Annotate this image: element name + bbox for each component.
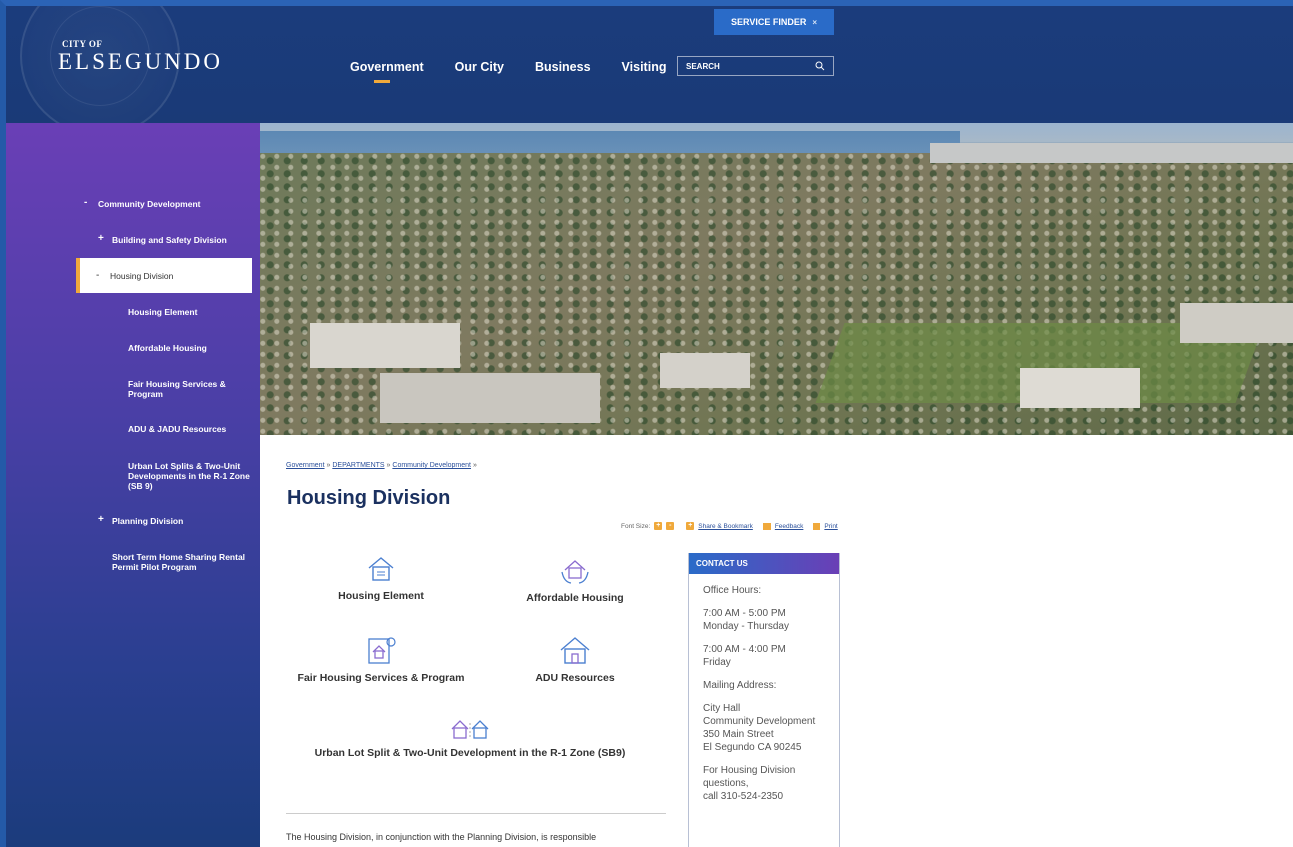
mailing-address-label: Mailing Address: (703, 680, 777, 691)
tile-adu-resources[interactable]: ADU Resources (520, 634, 630, 684)
search-box (677, 56, 834, 76)
font-increase-button[interactable]: + (654, 522, 663, 530)
tile-label: ADU Resources (535, 672, 615, 684)
tile-housing-element[interactable]: Housing Element (326, 554, 436, 602)
print-icon (813, 522, 821, 530)
share-bookmark-link[interactable]: Share & Bookmark (698, 523, 753, 530)
page-title: Housing Division (287, 487, 451, 509)
sidebar-item-label: Community Development (98, 199, 201, 209)
housing-questions-phone: For Housing Division questions, call 310… (703, 765, 796, 802)
service-finder-label: SERVICE FINDER (730, 17, 807, 27)
contact-us-title: CONTACT US (689, 553, 839, 574)
nav-our-city[interactable]: Our City (455, 60, 504, 74)
hands-house-icon (561, 560, 589, 584)
house-outline-icon (560, 637, 590, 664)
document-house-icon (368, 637, 396, 664)
share-icon: + (686, 522, 695, 530)
nav-visiting[interactable]: Visiting (622, 60, 667, 74)
site-header: CITY OF ELSEGUNDO SERVICE FINDER × Gover… (6, 6, 1293, 123)
office-hours-friday: 7:00 AM - 4:00 PM Friday (703, 644, 786, 668)
breadcrumb-government[interactable]: Government (286, 462, 325, 469)
intro-paragraph: The Housing Division, in conjunction wit… (286, 832, 597, 842)
tile-label: Urban Lot Split & Two-Unit Development i… (314, 747, 626, 759)
sidebar-item-building-safety[interactable]: + Building and Safety Division (98, 234, 227, 246)
mailing-address: City Hall Community Development 350 Main… (703, 703, 816, 753)
sidebar-item-label: Planning Division (112, 516, 184, 526)
tile-label: Affordable Housing (526, 592, 624, 604)
main-content: Government » DEPARTMENTS » Community Dev… (260, 435, 1293, 847)
office-hours-weekday: 7:00 AM - 5:00 PM Monday - Thursday (703, 608, 789, 632)
breadcrumb-community-development[interactable]: Community Development (392, 462, 471, 469)
print-link[interactable]: Print (824, 523, 837, 530)
sidebar-item-housing-division[interactable]: - Housing Division (76, 258, 252, 293)
page-tools: Font Size: + - + Share & Bookmark Feedba… (621, 522, 844, 530)
nav-business[interactable]: Business (535, 60, 591, 74)
sidebar-item-fair-housing[interactable]: Fair Housing Services & Program (128, 379, 238, 399)
expand-icon: + (98, 233, 104, 244)
breadcrumb: Government » DEPARTMENTS » Community Dev… (286, 462, 477, 469)
office-hours-label: Office Hours: (703, 585, 762, 596)
main-nav: Government Our City Business Visiting (350, 60, 697, 83)
tile-label: Housing Element (338, 590, 424, 602)
expand-icon: + (98, 514, 104, 525)
hero-aerial-image (260, 123, 1293, 435)
search-icon[interactable] (815, 61, 825, 71)
two-houses-icon (451, 720, 489, 739)
sidebar-item-adu-jadu[interactable]: ADU & JADU Resources (128, 424, 226, 434)
sidebar-item-affordable-housing[interactable]: Affordable Housing (128, 343, 207, 353)
contact-us-box: CONTACT US Office Hours: 7:00 AM - 5:00 … (688, 553, 840, 847)
nav-government[interactable]: Government (350, 60, 424, 83)
tile-label: Fair Housing Services & Program (297, 672, 465, 684)
sidebar-item-label: Housing Division (110, 271, 174, 281)
feedback-link[interactable]: Feedback (775, 523, 804, 530)
sidebar-item-short-term-rental[interactable]: Short Term Home Sharing Rental Permit Pi… (112, 552, 252, 572)
service-finder-button[interactable]: SERVICE FINDER × (714, 9, 834, 35)
logo-city-of[interactable]: CITY OF (62, 39, 102, 49)
tile-affordable-housing[interactable]: Affordable Housing (510, 554, 640, 604)
sidebar-item-planning-division[interactable]: + Planning Division (98, 515, 184, 527)
tile-urban-lot-split[interactable]: Urban Lot Split & Two-Unit Development i… (310, 717, 630, 759)
house-icon (368, 557, 394, 581)
font-size-label: Font Size: (621, 522, 651, 530)
feedback-icon (762, 522, 771, 530)
sidebar-item-community-development[interactable]: - Community Development (84, 198, 201, 210)
content-divider (286, 813, 666, 814)
sidebar-item-urban-lot-splits[interactable]: Urban Lot Splits & Two-Unit Developments… (128, 461, 258, 491)
font-decrease-button[interactable]: - (666, 522, 675, 530)
collapse-icon: - (84, 197, 88, 208)
search-input[interactable] (686, 61, 796, 71)
logo-el-segundo[interactable]: ELSEGUNDO (58, 49, 223, 75)
collapse-icon: - (96, 270, 100, 281)
sidebar-nav: - Community Development + Building and S… (6, 123, 260, 847)
tile-fair-housing[interactable]: Fair Housing Services & Program (296, 634, 466, 684)
sidebar-item-housing-element[interactable]: Housing Element (128, 307, 197, 317)
breadcrumb-departments[interactable]: DEPARTMENTS (332, 462, 384, 469)
sidebar-item-label: Building and Safety Division (112, 235, 227, 245)
close-icon: × (812, 17, 818, 27)
